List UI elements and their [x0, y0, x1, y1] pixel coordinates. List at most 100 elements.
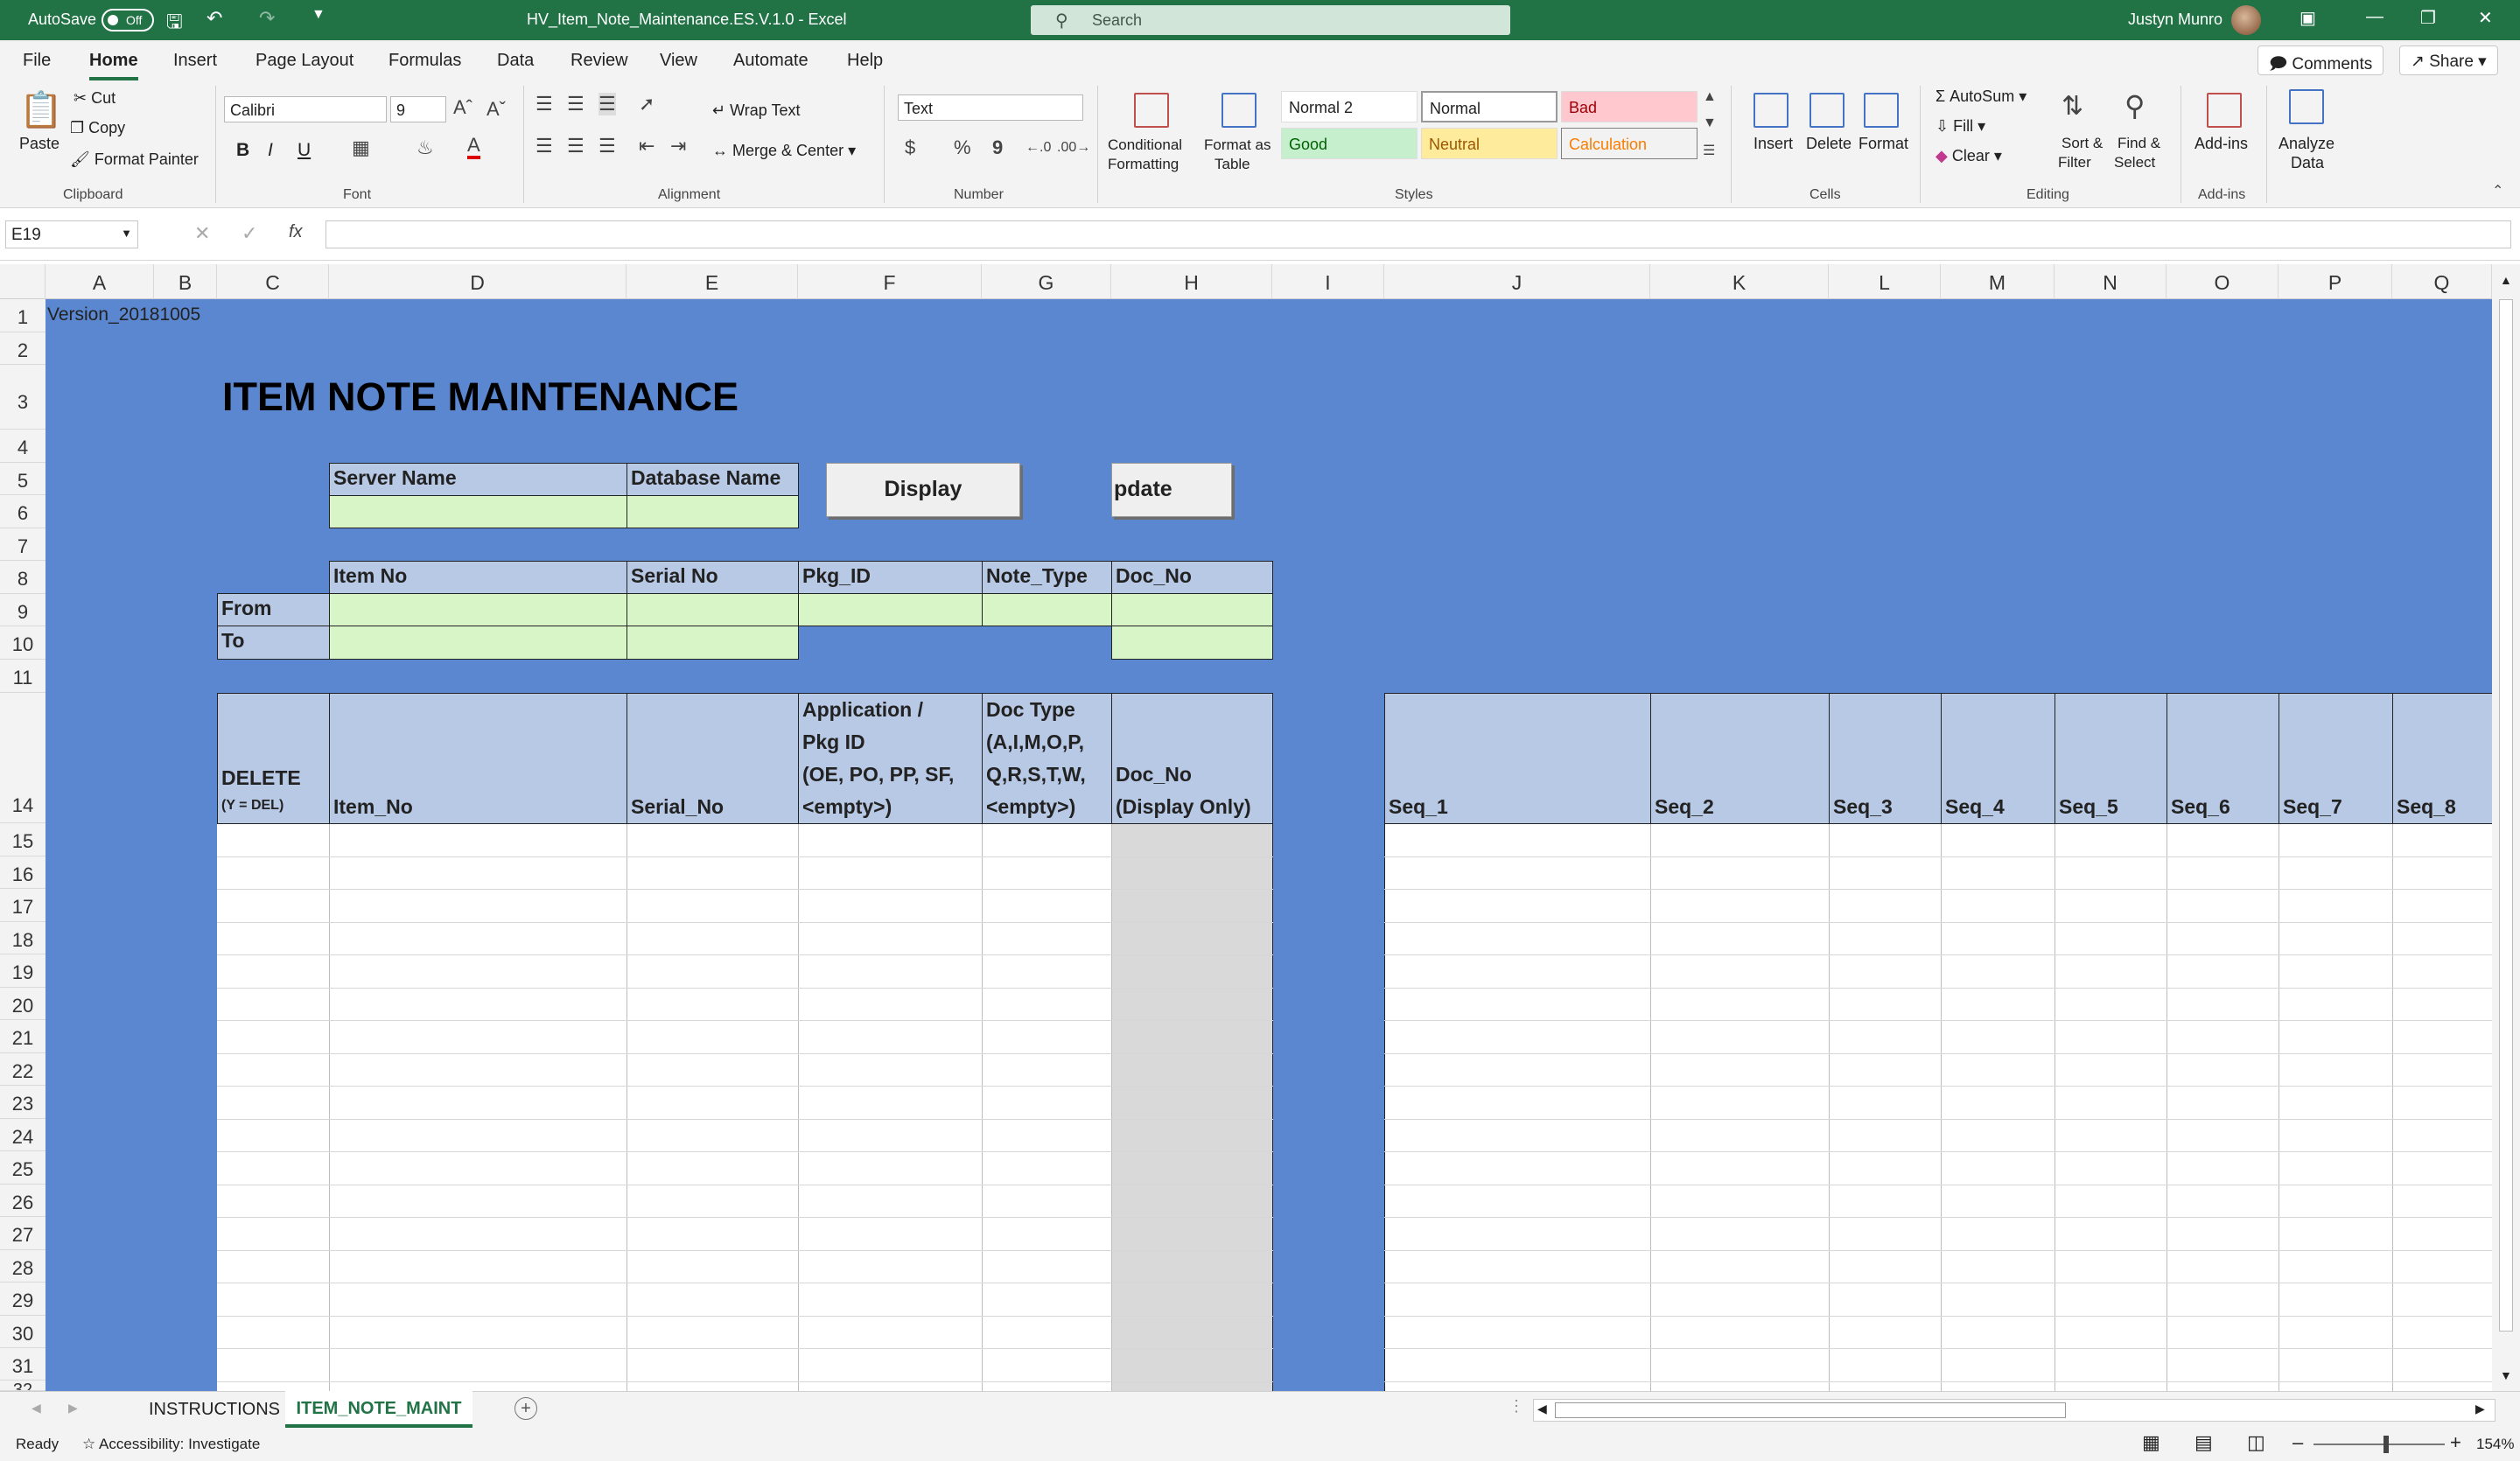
styles-scroll-down-icon[interactable]: ▼ — [1703, 115, 1717, 131]
font-size-select[interactable]: 9 — [390, 96, 446, 122]
col-header-c[interactable]: C — [217, 264, 329, 299]
tab-scroll-right-icon[interactable]: ▶ — [68, 1401, 78, 1416]
col-header-k[interactable]: K — [1650, 264, 1829, 299]
h-scroll-thumb[interactable] — [1555, 1402, 2066, 1418]
row-header[interactable]: 17 — [0, 889, 46, 922]
format-as-table-label2[interactable]: Table — [1214, 156, 1250, 173]
tab-file[interactable]: File — [23, 51, 51, 71]
col-header-f[interactable]: F — [798, 264, 982, 299]
search-box[interactable]: ⚲ Search — [1031, 5, 1510, 35]
row-header[interactable]: 9 — [0, 594, 46, 626]
redo-icon[interactable]: ↷ — [259, 7, 275, 30]
tab-review[interactable]: Review — [570, 51, 628, 71]
styles-scroll-up-icon[interactable]: ▲ — [1703, 89, 1717, 105]
row-header[interactable]: 4 — [0, 430, 46, 463]
styles-more-icon[interactable]: ☰ — [1703, 142, 1715, 159]
style-neutral[interactable]: Neutral — [1421, 128, 1558, 159]
col-header-n[interactable]: N — [2054, 264, 2166, 299]
tab-insert[interactable]: Insert — [173, 51, 217, 71]
font-color-icon[interactable]: A — [467, 135, 480, 159]
sort-filter-label2[interactable]: Filter — [2058, 154, 2091, 171]
conditional-formatting-label[interactable]: Conditional — [1108, 136, 1182, 154]
avatar[interactable] — [2231, 5, 2261, 35]
style-calculation[interactable]: Calculation — [1561, 128, 1698, 159]
row-header[interactable]: 10 — [0, 626, 46, 660]
row-header[interactable]: 28 — [0, 1250, 46, 1283]
page-break-view-icon[interactable]: ◫ — [2247, 1431, 2265, 1454]
row-header[interactable]: 24 — [0, 1119, 46, 1151]
restore-icon[interactable]: ❐ — [2420, 7, 2436, 29]
row-header[interactable]: 15 — [0, 823, 46, 856]
bold-button[interactable]: B — [236, 140, 249, 161]
style-normal2[interactable]: Normal 2 — [1281, 91, 1418, 122]
col-header-a[interactable]: A — [46, 264, 154, 299]
align-left-icon[interactable]: ☰ — [536, 135, 553, 157]
delete-cells-button[interactable]: Delete — [1806, 135, 1852, 153]
decrease-indent-icon[interactable]: ⇤ — [639, 135, 654, 157]
undo-icon[interactable]: ↶ — [206, 7, 222, 30]
collapse-ribbon-icon[interactable]: ⌃ — [2492, 182, 2503, 199]
row-header[interactable]: 19 — [0, 954, 46, 988]
formula-input[interactable] — [326, 220, 2511, 248]
row-header[interactable]: 23 — [0, 1086, 46, 1119]
share-button[interactable]: ↗ Share ▾ — [2399, 45, 2498, 75]
italic-button[interactable]: I — [268, 140, 273, 161]
row-header[interactable]: 32 — [0, 1381, 46, 1391]
tab-data[interactable]: Data — [497, 51, 534, 71]
scroll-right-icon[interactable]: ▶ — [2475, 1402, 2485, 1416]
format-cells-button[interactable]: Format — [1858, 135, 1908, 153]
copy-button[interactable]: ❐ Copy — [70, 119, 125, 137]
align-bottom-icon[interactable]: ☰ — [598, 93, 616, 115]
to-doc-no-input[interactable] — [1111, 626, 1273, 660]
col-header-b[interactable]: B — [154, 264, 217, 299]
scroll-left-icon[interactable]: ◀ — [1537, 1402, 1547, 1416]
zoom-slider-thumb[interactable] — [2384, 1436, 2389, 1453]
col-header-g[interactable]: G — [982, 264, 1111, 299]
sheet-tab-instructions[interactable]: INSTRUCTIONS — [149, 1392, 280, 1429]
find-select-label[interactable]: Find & — [2118, 135, 2160, 152]
add-sheet-icon[interactable]: + — [514, 1397, 537, 1420]
tab-automate[interactable]: Automate — [733, 51, 808, 71]
row-header[interactable]: 3 — [0, 365, 46, 430]
cut-button[interactable]: ✂ Cut — [74, 89, 116, 108]
row-header[interactable]: 6 — [0, 495, 46, 528]
col-header-q[interactable]: Q — [2392, 264, 2492, 299]
orientation-icon[interactable]: ➚ — [639, 93, 654, 115]
comma-button[interactable]: 9 — [992, 136, 1003, 159]
tab-home[interactable]: Home — [89, 51, 138, 80]
normal-view-icon[interactable]: ▦ — [2142, 1431, 2160, 1454]
horizontal-scrollbar[interactable]: ◀ ▶ — [1533, 1399, 2496, 1422]
row-header[interactable]: 1 — [0, 299, 46, 332]
increase-font-icon[interactable]: Aˆ — [453, 96, 472, 119]
name-box[interactable]: E19 ▼ — [5, 220, 138, 248]
database-name-input[interactable] — [626, 495, 799, 528]
currency-button[interactable]: $ — [905, 136, 915, 159]
server-name-input[interactable] — [329, 495, 627, 528]
row-header[interactable]: 30 — [0, 1316, 46, 1348]
align-top-icon[interactable]: ☰ — [536, 93, 553, 115]
percent-button[interactable]: % — [954, 136, 971, 159]
to-item-no-input[interactable] — [329, 626, 627, 660]
tab-help[interactable]: Help — [847, 51, 883, 71]
align-center-icon[interactable]: ☰ — [567, 135, 584, 157]
data-table[interactable] — [217, 823, 1273, 1391]
autosave-toggle[interactable]: Off — [102, 9, 154, 31]
clear-button[interactable]: ◆ Clear ▾ — [1936, 147, 2002, 165]
zoom-slider[interactable] — [2314, 1444, 2445, 1445]
row-header[interactable]: 5 — [0, 463, 46, 495]
col-header-h[interactable]: H — [1111, 264, 1272, 299]
merge-center-button[interactable]: ↔ Merge & Center ▾ — [712, 142, 856, 160]
customize-qat-icon[interactable]: ▼ — [312, 7, 326, 23]
tab-view[interactable]: View — [660, 51, 697, 71]
ribbon-display-icon[interactable]: ▣ — [2300, 7, 2316, 29]
row-header[interactable]: 14 — [0, 693, 46, 823]
row-header[interactable]: 22 — [0, 1053, 46, 1086]
insert-function-icon[interactable]: fx — [289, 222, 303, 242]
col-header-d[interactable]: D — [329, 264, 626, 299]
col-header-l[interactable]: L — [1829, 264, 1941, 299]
seq-table[interactable] — [1384, 823, 2492, 1391]
to-serial-no-input[interactable] — [626, 626, 799, 660]
from-doc-no-input[interactable] — [1111, 593, 1273, 626]
tab-scroll-left-icon[interactable]: ◀ — [32, 1401, 41, 1416]
format-as-table-label[interactable]: Format as — [1204, 136, 1271, 154]
